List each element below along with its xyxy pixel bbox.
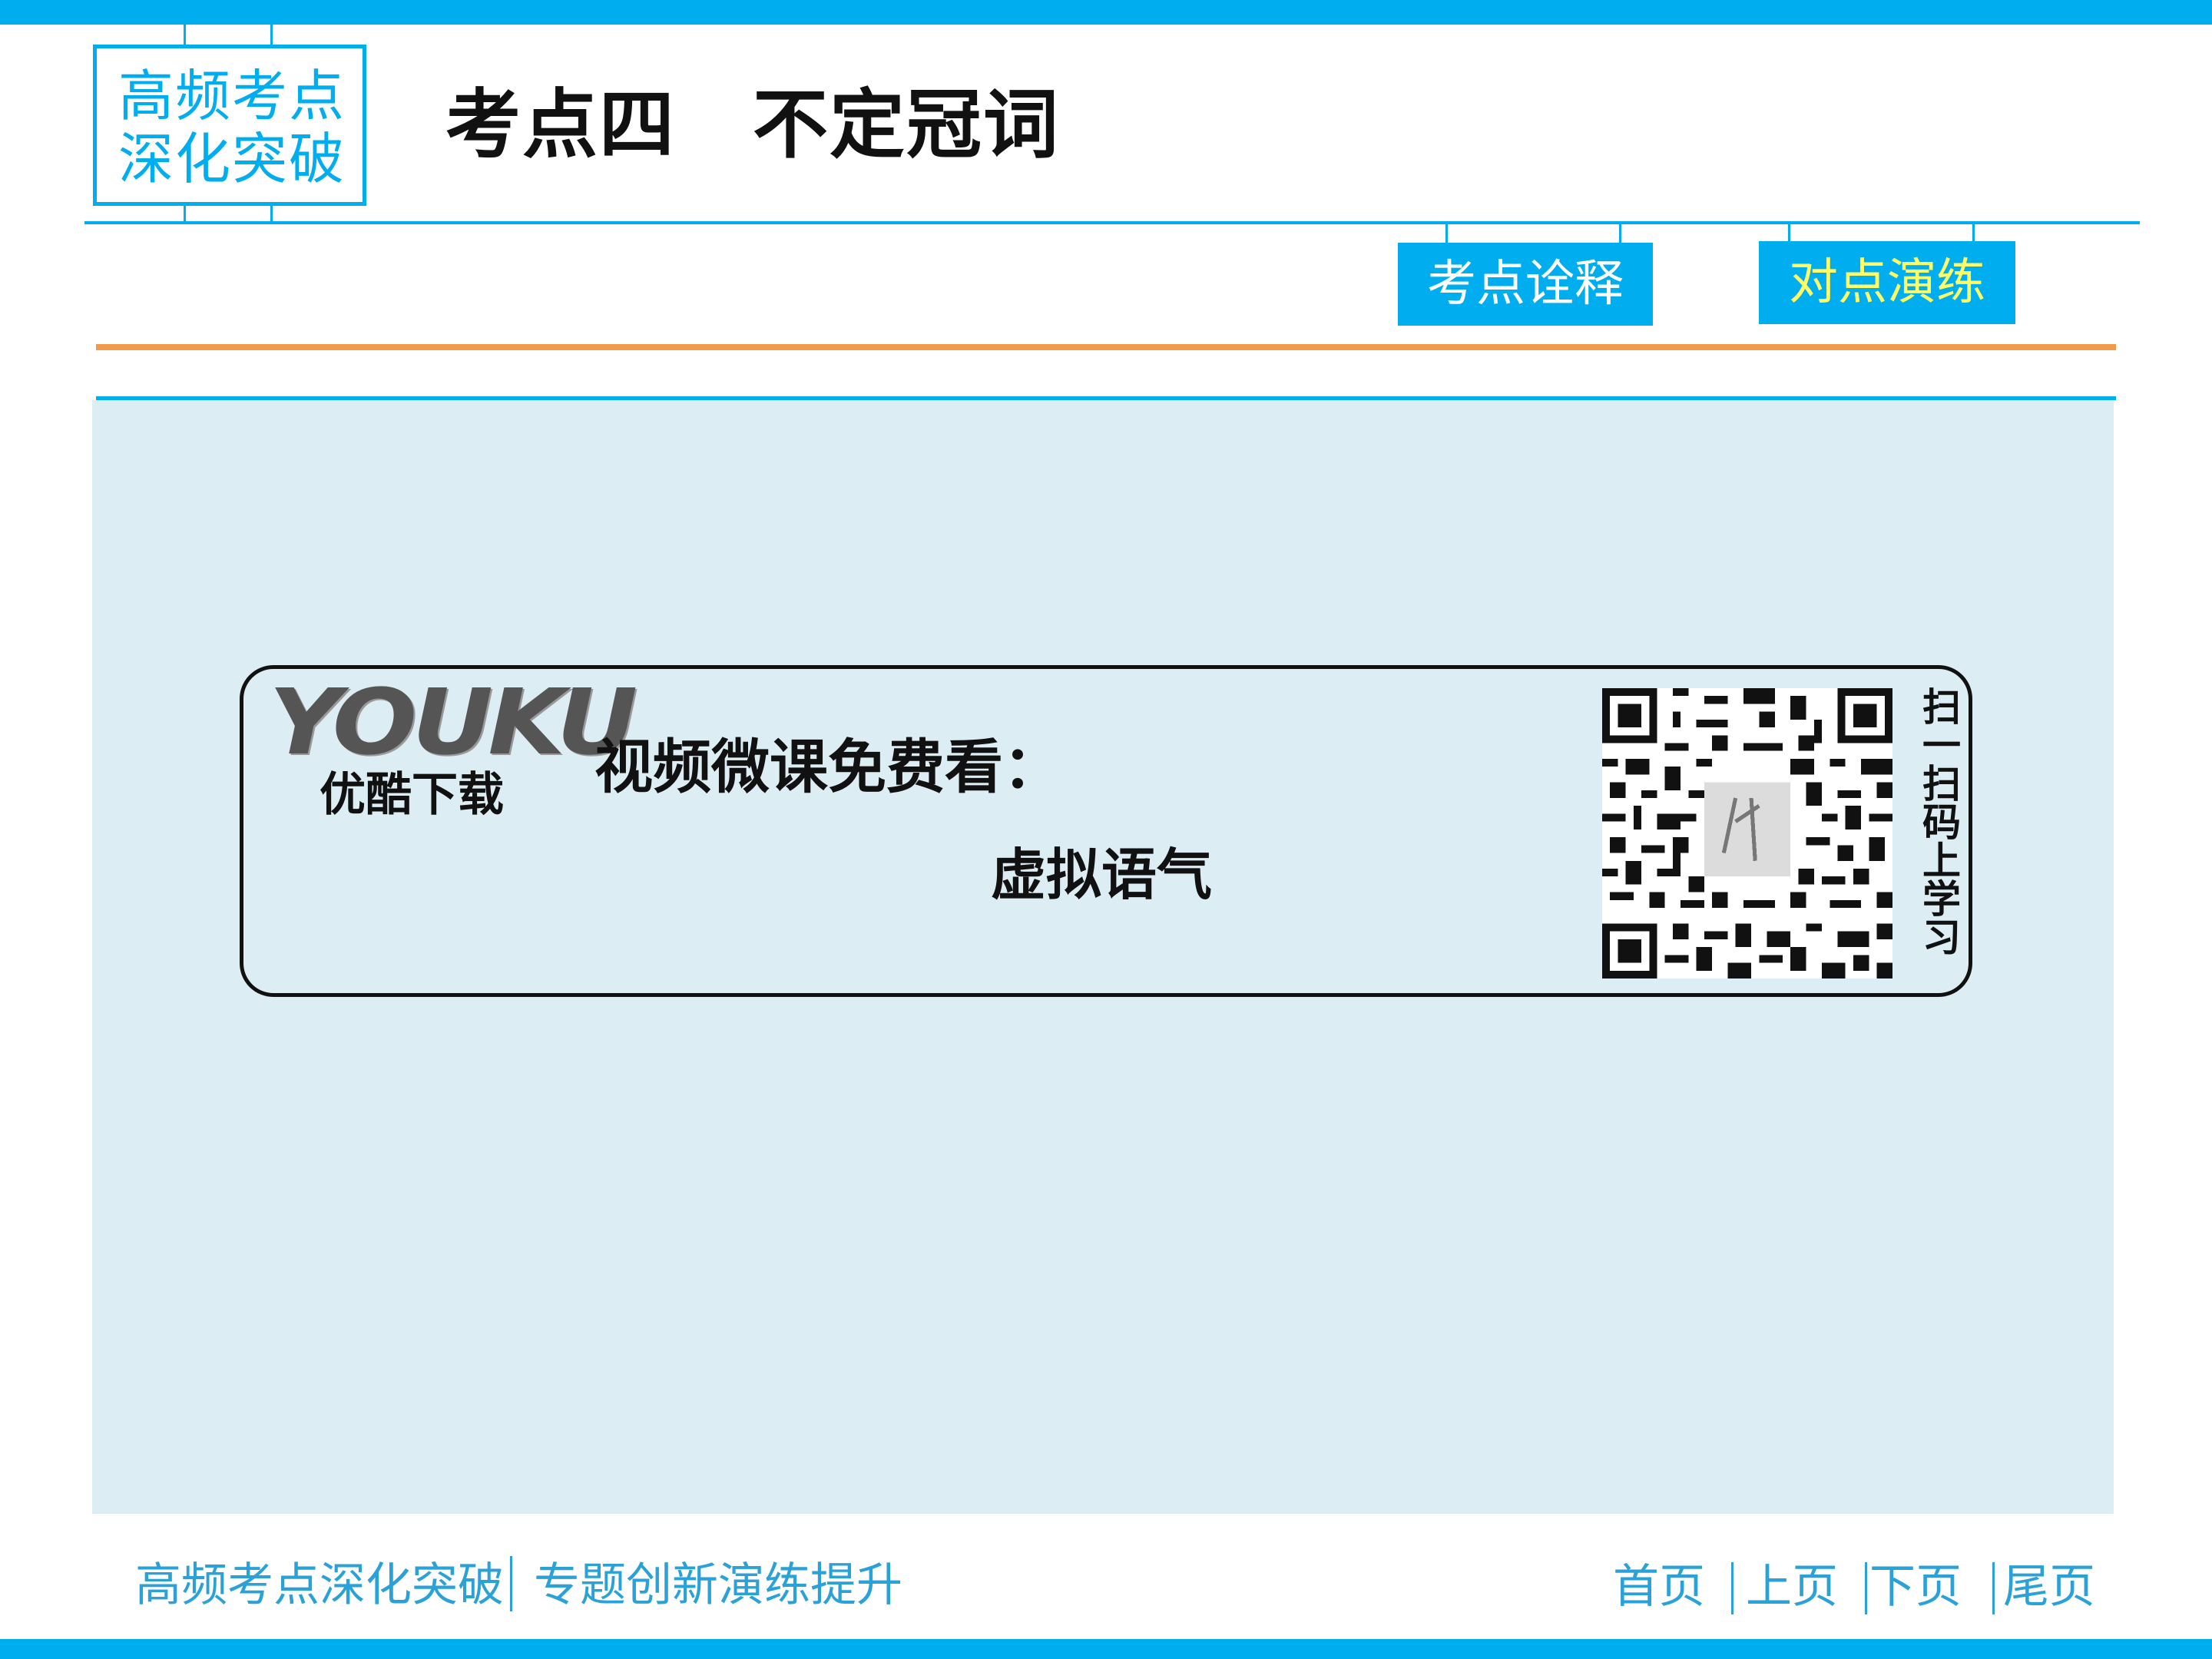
badge-tick — [184, 25, 186, 45]
tab-tick — [1788, 223, 1790, 241]
qr-caption: 扫一扫码上学习 — [1922, 685, 1961, 960]
youku-download-label: 优酷下载 — [320, 768, 504, 822]
nav-prev-page[interactable]: 上页 — [1746, 1559, 1838, 1614]
banner-topic-link[interactable]: 虚拟语气 — [991, 840, 1212, 909]
nav-separator — [1865, 1562, 1867, 1614]
orange-divider — [96, 344, 2116, 350]
top-accent-bar — [0, 0, 2212, 25]
nav-next-page[interactable]: 下页 — [1869, 1559, 1962, 1614]
tab-tick — [1972, 223, 1975, 241]
tab-practice[interactable]: 对点演练 — [1759, 241, 2015, 324]
bottom-accent-bar — [0, 1639, 2212, 1659]
nav-first-page[interactable]: 首页 — [1613, 1559, 1705, 1614]
badge-tick — [270, 206, 273, 221]
section-badge-line2: 深化突破 — [118, 127, 346, 191]
nav-separator — [1731, 1562, 1734, 1614]
footer-separator — [510, 1556, 512, 1611]
tab-tick — [1445, 223, 1448, 243]
header-divider — [84, 221, 2140, 224]
banner-title: 视频微课免费看： — [594, 733, 1061, 801]
nav-separator — [1992, 1562, 1995, 1614]
badge-tick — [184, 206, 186, 221]
nav-last-page[interactable]: 尾页 — [2003, 1559, 2095, 1614]
youku-logo: YOUKU — [269, 669, 637, 775]
page-title: 考点四 不定冠词 — [445, 81, 1061, 169]
section-badge: 高频考点 深化突破 — [93, 45, 366, 206]
tab-tick — [1619, 223, 1621, 243]
footer-link-topic-practice[interactable]: 专题创新演练提升 — [534, 1558, 902, 1613]
footer-link-high-frequency[interactable]: 高频考点深化突破 — [135, 1558, 504, 1613]
badge-tick — [270, 25, 273, 45]
tab-explanation[interactable]: 考点诠释 — [1398, 243, 1653, 326]
qr-code-icon — [1602, 688, 1892, 979]
section-badge-line1: 高频考点 — [118, 64, 346, 128]
